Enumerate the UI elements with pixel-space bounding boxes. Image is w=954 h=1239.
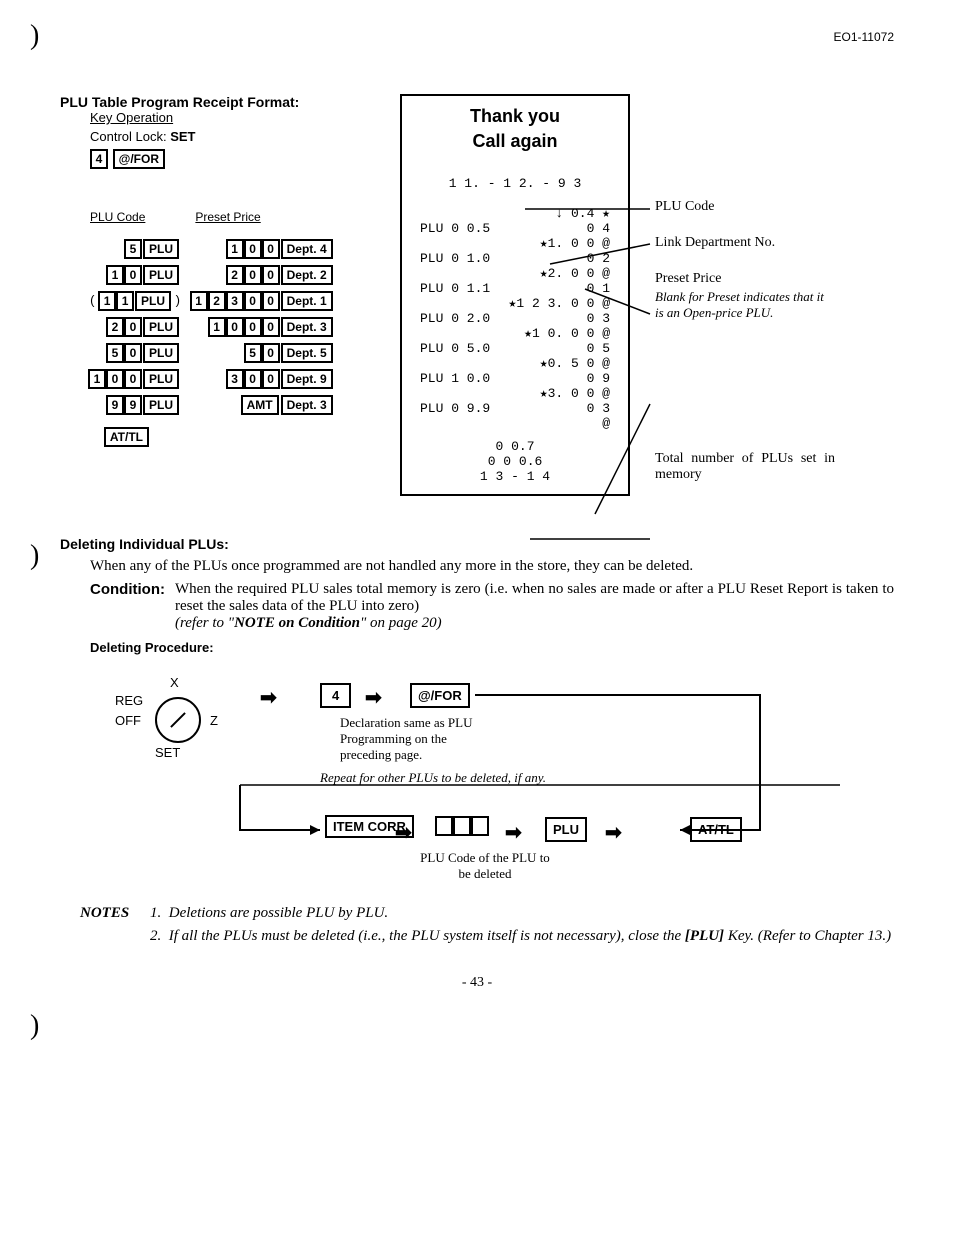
deleting-flow-diagram: X REG Z OFF SET ➡ 4 ➡ @/FOR Declaration … — [60, 665, 894, 895]
notes-block: NOTES 1. Deletions are possible PLU by P… — [60, 905, 894, 945]
header-code: EO1-11072 — [60, 30, 894, 44]
key-operation-label: Key Operation — [90, 110, 400, 125]
plu-code-header: PLU Code — [90, 210, 145, 224]
deleting-para1: When any of the PLUs once programmed are… — [90, 558, 894, 575]
receipt-sample: Thank you Call again 1 1. - 1 2. - 9 3 ↓… — [400, 94, 630, 496]
binding-paren-3: ) — [30, 1010, 39, 1042]
callout-labels: PLU Code Link Department No. Preset Pric… — [655, 199, 835, 503]
deleting-procedure-label: Deleting Procedure: — [90, 640, 894, 655]
control-lock-line: Control Lock: SET — [90, 129, 400, 144]
condition-block: Condition: When the required PLU sales t… — [90, 581, 894, 632]
key-4: 4 — [90, 149, 108, 169]
preset-price-header: Preset Price — [195, 210, 260, 224]
binding-paren-2: ) — [30, 540, 39, 572]
deleting-plus-title: Deleting Individual PLUs: — [60, 536, 894, 552]
plu-receipt-format-title: PLU Table Program Receipt Format: — [60, 94, 400, 110]
binding-paren-1: ) — [30, 20, 39, 52]
key-sequence-table: 5PLU 100Dept. 4 10PLU 200Dept. 2 ( 11PLU… — [60, 238, 400, 448]
key-atfor: @/FOR — [113, 149, 165, 169]
page-number: - 43 - — [60, 975, 894, 991]
